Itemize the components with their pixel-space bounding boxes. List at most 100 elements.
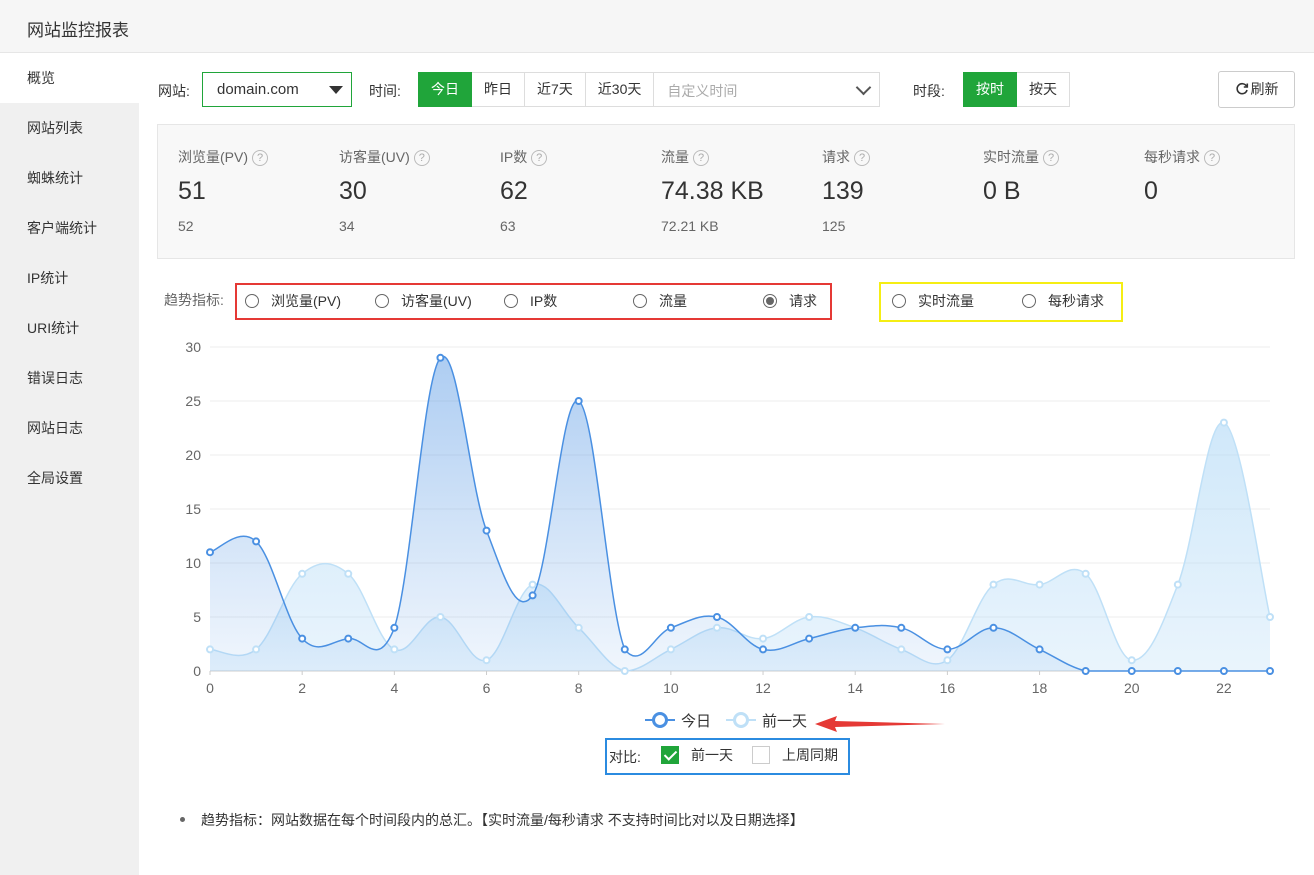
period-hourly-button[interactable]: 按时 [963,72,1017,107]
trend-note-text: 趋势指标：网站数据在每个时间段内的总汇。【实时流量/每秒请求 不支持时间比对以及… [201,812,804,828]
compare-last-week-checkbox[interactable]: 上周同期 [752,745,838,765]
sidebar-item-error-log[interactable]: 错误日志 [0,353,139,403]
sidebar-item-site-list[interactable]: 网站列表 [0,103,139,153]
stat-prev: 52 [178,218,194,234]
point-yesterday [1081,569,1090,578]
legend-today[interactable]: 今日 [645,710,711,731]
point-yesterday [943,656,952,665]
help-icon[interactable]: ? [854,150,870,166]
site-label: 网站: [158,83,190,99]
sidebar-item-site-log[interactable]: 网站日志 [0,403,139,453]
x-tick-label: 8 [575,680,583,696]
compare-option-label: 前一天 [691,747,733,763]
point-yesterday [390,645,399,654]
trend-option-label: 浏览量(PV) [271,293,341,309]
trend-option-traffic[interactable]: 流量 [633,291,687,311]
compare-yesterday-checkbox[interactable]: 前一天 [661,745,733,765]
point-today [759,645,768,654]
help-icon[interactable]: ? [531,150,548,166]
stat-prev: 34 [339,218,355,234]
radio-icon [892,294,906,308]
custom-time-input[interactable]: 自定义时间 [654,72,881,107]
point-yesterday [528,580,537,589]
sidebar-item-global-settings[interactable]: 全局设置 [0,453,139,503]
legend-yesterday-label: 前一天 [762,713,808,730]
stat-realtime-traffic: 实时流量? 0 B [963,125,1123,255]
legend-yesterday-marker [726,712,756,728]
point-today [574,397,583,405]
x-tick-label: 6 [483,680,491,696]
legend-yesterday[interactable]: 前一天 [726,710,807,731]
sidebar-item-overview[interactable]: 概览 [0,53,139,103]
trend-option-realtime-traffic[interactable]: 实时流量 [892,291,974,311]
help-icon[interactable]: ? [693,150,709,166]
trend-option-rps[interactable]: 每秒请求 [1022,291,1104,311]
window-title: 网站监控报表 [27,21,129,40]
stat-value: 74.38 KB [661,177,764,205]
point-today [989,623,998,632]
stat-value: 0 B [983,177,1021,205]
stat-pv: 浏览量(PV)? 51 52 [158,125,318,255]
trend-option-ip[interactable]: IP数 [504,291,557,311]
x-tick-label: 0 [206,680,214,696]
point-yesterday [1219,418,1228,427]
period-label: 时段: [913,83,945,99]
period-daily-button[interactable]: 按天 [1017,72,1070,107]
x-tick-label: 22 [1216,680,1232,696]
point-yesterday [1173,580,1182,589]
stats-panel: 浏览量(PV)? 51 52 访客量(UV)? 30 34 IP数? 62 63… [157,124,1295,259]
help-icon[interactable]: ? [1043,150,1059,166]
point-today [943,645,952,654]
help-icon[interactable]: ? [413,150,430,166]
trend-option-requests[interactable]: 请求 [763,291,817,311]
chevron-down-icon [856,79,872,96]
sidebar-item-client-stats[interactable]: 客户端统计 [0,203,139,253]
y-tick-label: 15 [185,501,201,517]
help-icon[interactable]: ? [1204,150,1220,166]
stat-label: 流量 [661,149,689,165]
stat-ip: IP数? 62 63 [480,125,640,255]
point-yesterday [989,580,998,589]
stat-requests: 请求? 139 125 [802,125,962,255]
point-today [1173,667,1182,675]
time-30days-button[interactable]: 近30天 [585,72,655,107]
site-select-value: domain.com [217,81,299,98]
point-today [1035,645,1044,654]
point-yesterday [298,569,307,578]
legend-today-label: 今日 [681,713,712,730]
refresh-button[interactable]: 刷新 [1218,71,1295,108]
trend-option-label: 访客量(UV) [401,293,472,309]
time-yesterday-button[interactable]: 昨日 [472,72,525,107]
caret-down-icon [329,86,343,94]
point-today [390,623,399,632]
y-tick-label: 0 [193,663,201,679]
stat-value: 0 [1144,177,1158,205]
time-7days-button[interactable]: 近7天 [525,72,586,107]
x-tick-label: 18 [1032,680,1048,696]
sidebar-item-uri-stats[interactable]: URI统计 [0,303,139,353]
stat-label: 实时流量 [983,149,1039,165]
sidebar-item-spider-stats[interactable]: 蜘蛛统计 [0,153,139,203]
sidebar-item-ip-stats[interactable]: IP统计 [0,253,139,303]
time-today-button[interactable]: 今日 [418,72,472,107]
site-select[interactable]: domain.com [202,72,352,107]
point-yesterday [666,645,675,654]
refresh-icon [1235,82,1248,95]
radio-selected-icon [763,294,777,308]
stat-prev: 63 [500,218,516,234]
point-today [666,623,675,632]
trend-option-uv[interactable]: 访客量(UV) [375,291,472,311]
point-today [1081,667,1090,675]
x-tick-label: 20 [1124,680,1140,696]
point-yesterday [1266,613,1274,621]
period-group: 按时 按天 [963,72,1070,107]
y-tick-label: 5 [193,609,201,625]
y-tick-label: 10 [185,555,201,571]
help-icon[interactable]: ? [252,150,268,166]
trend-option-label: 实时流量 [918,293,974,309]
point-today [252,537,261,546]
refresh-label: 刷新 [1250,81,1279,97]
trend-option-pv[interactable]: 浏览量(PV) [245,291,341,311]
point-yesterday [206,645,214,654]
time-label: 时间: [369,83,401,99]
